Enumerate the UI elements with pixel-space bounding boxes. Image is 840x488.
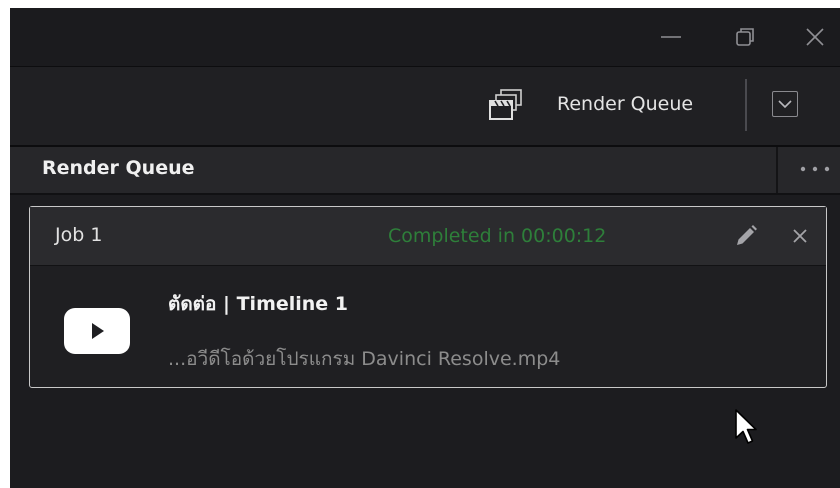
minimize-button[interactable] xyxy=(654,22,688,52)
panel-title: Render Queue xyxy=(42,157,195,179)
render-queue-icon[interactable] xyxy=(487,88,529,124)
title-bar xyxy=(10,8,840,67)
job-header: Job 1 Completed in 00:00:12 xyxy=(30,207,826,266)
restore-icon xyxy=(736,28,754,46)
job-details: ตัดต่อ | Timeline 1 ...อวีดีโอด้วยโปรแกร… xyxy=(30,266,826,387)
job-timeline-name: ตัดต่อ | Timeline 1 xyxy=(168,293,349,315)
chevron-down-icon xyxy=(778,100,792,109)
minimize-icon xyxy=(661,36,681,38)
render-queue-button[interactable]: Render Queue xyxy=(557,93,693,115)
remove-job-icon[interactable] xyxy=(792,228,808,244)
toolbar-divider xyxy=(745,79,747,131)
render-queue-window: Render Queue Render Queue Job 1 Complete… xyxy=(10,8,840,488)
job-output-file: ...อวีดีโอด้วยโปรแกรม Davinci Resolve.mp… xyxy=(168,348,561,370)
more-options-icon[interactable] xyxy=(794,159,836,179)
panel-header-divider xyxy=(776,147,778,193)
toolbar-dropdown-button[interactable] xyxy=(772,91,798,117)
mouse-cursor-icon xyxy=(735,409,757,444)
close-button[interactable] xyxy=(798,22,832,52)
restore-button[interactable] xyxy=(728,22,762,52)
close-icon xyxy=(806,28,824,46)
youtube-play-icon xyxy=(64,308,130,354)
pencil-icon[interactable] xyxy=(733,223,759,249)
job-status: Completed in 00:00:12 xyxy=(388,225,607,247)
panel-header: Render Queue xyxy=(10,147,840,195)
job-title: Job 1 xyxy=(55,224,103,246)
toolbar: Render Queue xyxy=(10,67,840,147)
job-card[interactable]: Job 1 Completed in 00:00:12 ตัดต่อ | Tim… xyxy=(29,206,827,388)
